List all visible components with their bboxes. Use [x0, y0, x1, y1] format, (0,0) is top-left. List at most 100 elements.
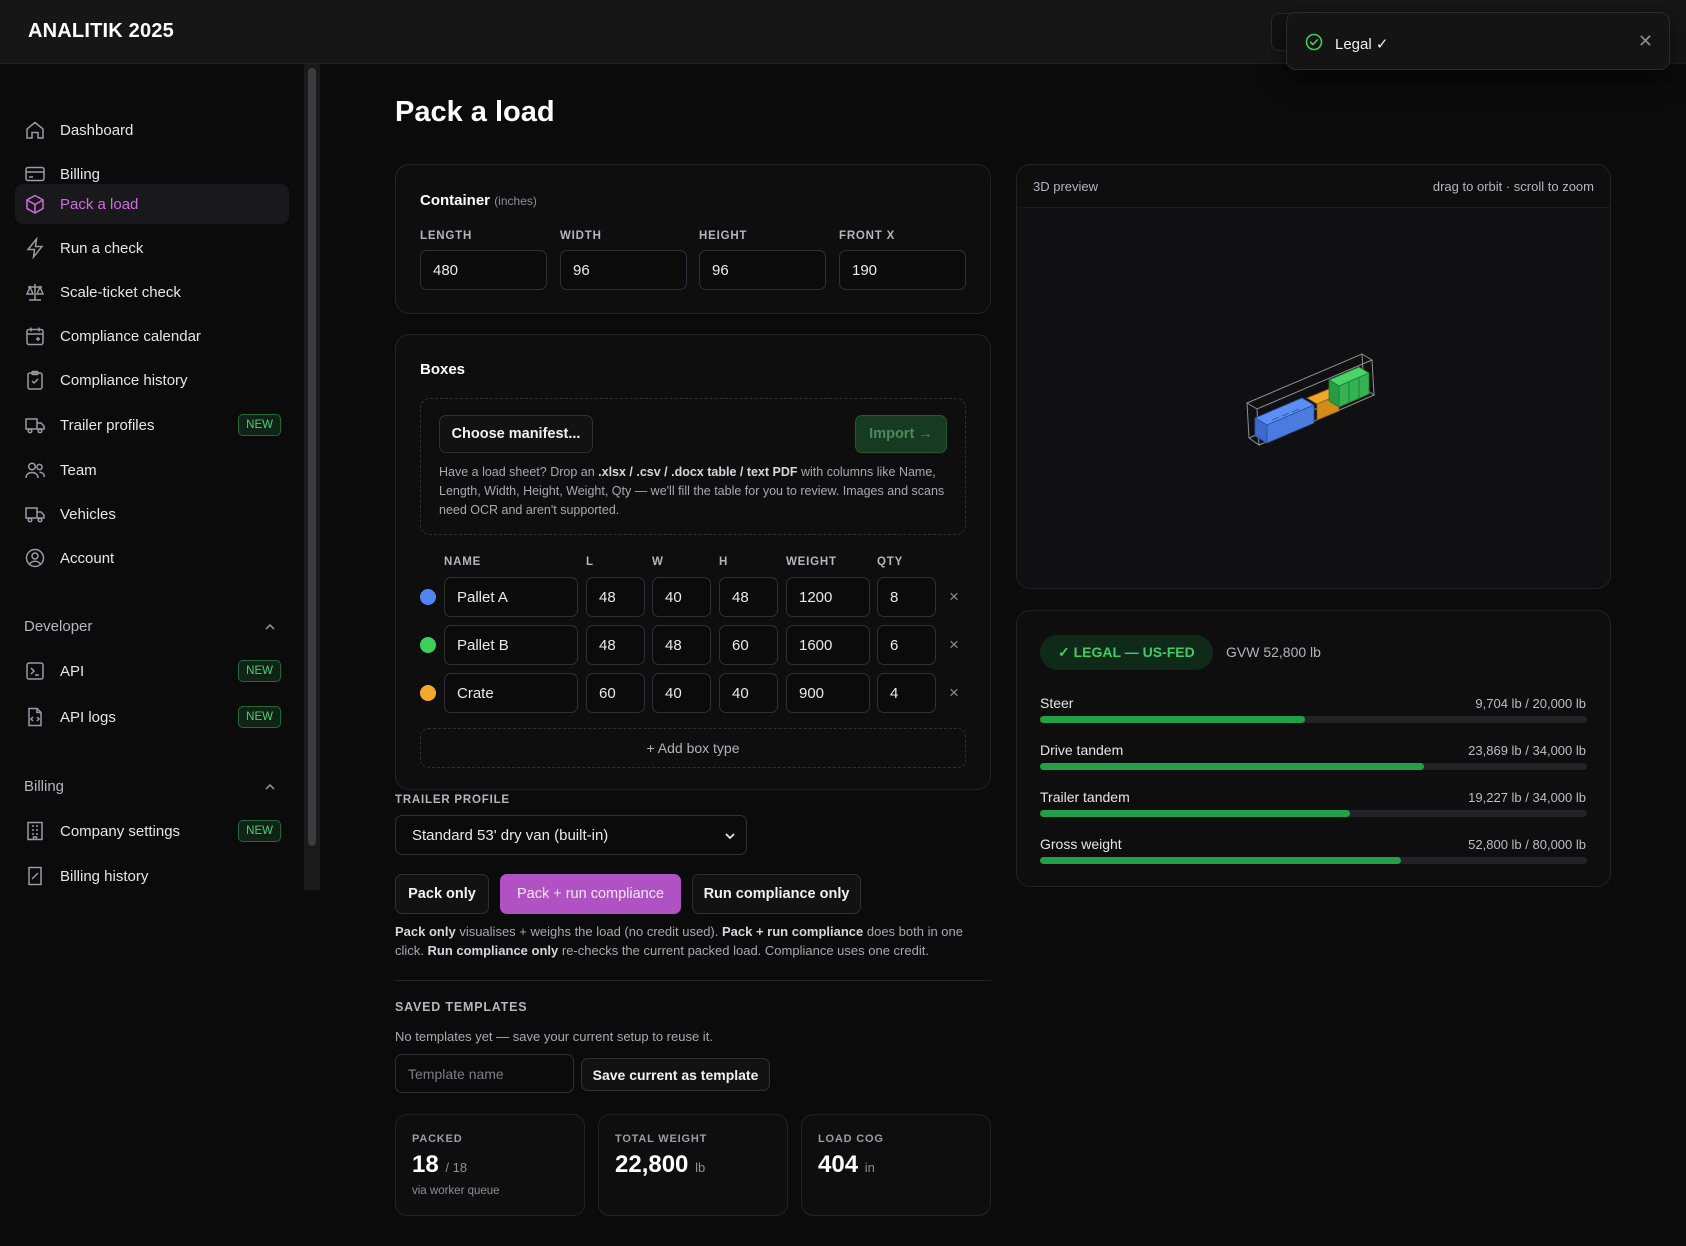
chevron-up-icon[interactable]	[262, 779, 278, 795]
run-compliance-only-button[interactable]: Run compliance only	[692, 874, 861, 914]
save-template-button[interactable]: Save current as template	[581, 1058, 770, 1091]
sidebar-item-label: Billing history	[60, 867, 149, 885]
axle-value-steer: 9,704 lb / 20,000 lb	[1475, 696, 1586, 711]
delete-row-icon[interactable]: ×	[949, 683, 959, 703]
home-icon	[26, 121, 44, 139]
stat-unit: in	[864, 1160, 875, 1175]
stat-number: 22,800	[615, 1151, 689, 1178]
box-length-field[interactable]: 48	[586, 625, 645, 665]
stat-unit: lb	[695, 1160, 706, 1175]
color-swatch[interactable]	[420, 637, 436, 653]
col-header-h: H	[719, 556, 729, 568]
trailer-profile-label: TRAILER PROFILE	[395, 794, 510, 806]
sidebar-item-label: API	[60, 662, 85, 680]
color-swatch[interactable]	[420, 589, 436, 605]
box-qty-field[interactable]: 4	[877, 673, 936, 713]
stat-total-weight: TOTAL WEIGHT 22,800 lb	[598, 1114, 788, 1216]
box-width-field[interactable]: 40	[652, 577, 711, 617]
box-length-field[interactable]: 48	[586, 577, 645, 617]
stat-packed: PACKED 18 / 18 via worker queue	[395, 1114, 585, 1216]
axle-value-drive-tandem: 23,869 lb / 34,000 lb	[1468, 743, 1586, 758]
box-name-field[interactable]: Crate	[444, 673, 578, 713]
receipt-icon	[28, 866, 42, 886]
pack-only-button[interactable]: Pack only	[395, 874, 489, 914]
sidebar-item-scale-ticket-check[interactable]: Scale-ticket check	[15, 272, 289, 312]
box-height-field[interactable]: 48	[719, 577, 778, 617]
sidebar-item-dashboard[interactable]: Dashboard	[15, 110, 289, 150]
sidebar-item-company-settings[interactable]: Company settings NEW	[15, 811, 289, 851]
sidebar-scrollbar-thumb[interactable]	[308, 68, 316, 846]
preview-card: 3D preview drag to orbit · scroll to zoo…	[1016, 164, 1611, 589]
sidebar-item-vehicles[interactable]: Vehicles	[15, 494, 289, 534]
scale-icon	[25, 284, 45, 301]
chevron-up-icon[interactable]	[262, 619, 278, 635]
trailer-profile-value: Standard 53' dry van (built-in)	[412, 826, 609, 844]
sidebar-item-api-logs[interactable]: API logs NEW	[15, 697, 289, 737]
truck-icon	[25, 418, 45, 434]
templates-empty-text: No templates yet — save your current set…	[395, 1029, 713, 1044]
box-height-field[interactable]: 60	[719, 625, 778, 665]
color-swatch[interactable]	[420, 685, 436, 701]
new-badge: NEW	[238, 820, 281, 842]
sidebar-item-compliance-calendar[interactable]: Compliance calendar	[15, 316, 289, 356]
sidebar-item-label: Vehicles	[60, 505, 116, 523]
front-x-field[interactable]: 190	[839, 250, 966, 290]
close-icon[interactable]: ✕	[1638, 31, 1653, 52]
sidebar-section-developer[interactable]: Developer	[24, 618, 92, 635]
sidebar-item-billing-history[interactable]: Billing history	[15, 856, 289, 896]
stat-label: LOAD COG	[818, 1133, 884, 1145]
axle-label-gross-weight: Gross weight	[1040, 836, 1122, 852]
lightning-icon	[26, 237, 44, 259]
legal-status-badge: ✓ LEGAL — US-FED	[1040, 635, 1213, 670]
sidebar-item-account[interactable]: Account	[15, 538, 289, 578]
choose-manifest-button[interactable]: Choose manifest...	[439, 415, 593, 453]
check-circle-icon	[1305, 33, 1323, 51]
trailer-profile-select[interactable]: Standard 53' dry van (built-in)	[395, 815, 747, 855]
pack-run-compliance-button[interactable]: Pack + run compliance	[500, 874, 681, 914]
actions-help: Pack only visualises + weighs the load (…	[395, 922, 991, 960]
sidebar-item-pack-a-load[interactable]: Pack a load	[15, 184, 289, 224]
toast-notification: Legal ✓ ✕	[1286, 12, 1670, 70]
delete-row-icon[interactable]: ×	[949, 635, 959, 655]
load-3d-canvas[interactable]	[1017, 208, 1611, 589]
import-button[interactable]: Import →	[855, 415, 947, 453]
page-title: Pack a load	[395, 96, 555, 128]
add-box-type-button[interactable]: + Add box type	[420, 728, 966, 768]
sidebar-item-label: Compliance calendar	[60, 327, 201, 345]
terminal-icon	[26, 662, 44, 680]
sidebar-item-api[interactable]: API NEW	[15, 651, 289, 691]
height-field[interactable]: 96	[699, 250, 826, 290]
box-name-field[interactable]: Pallet B	[444, 625, 578, 665]
sidebar-item-label: Scale-ticket check	[60, 283, 181, 301]
delete-row-icon[interactable]: ×	[949, 587, 959, 607]
sidebar-item-label: Pack a load	[60, 195, 139, 213]
box-width-field[interactable]: 40	[652, 673, 711, 713]
col-header-name: NAME	[444, 556, 482, 568]
box-width-field[interactable]: 48	[652, 625, 711, 665]
sidebar-item-trailer-profiles[interactable]: Trailer profiles NEW	[15, 405, 289, 445]
box-weight-field[interactable]: 1600	[786, 625, 870, 665]
template-name-input[interactable]: Template name	[395, 1054, 574, 1093]
calendar-icon	[26, 327, 44, 346]
stat-number: 18	[412, 1151, 439, 1178]
width-field[interactable]: 96	[560, 250, 687, 290]
sidebar-item-compliance-history[interactable]: Compliance history	[15, 360, 289, 400]
box-length-field[interactable]: 60	[586, 673, 645, 713]
box-name-field[interactable]: Pallet A	[444, 577, 578, 617]
box-qty-field[interactable]: 8	[877, 577, 936, 617]
sidebar-item-team[interactable]: Team	[15, 450, 289, 490]
sidebar-item-run-a-check[interactable]: Run a check	[15, 228, 289, 268]
box-height-field[interactable]: 40	[719, 673, 778, 713]
box-weight-field[interactable]: 1200	[786, 577, 870, 617]
box-weight-field[interactable]: 900	[786, 673, 870, 713]
length-field[interactable]: 480	[420, 250, 547, 290]
width-label: WIDTH	[560, 230, 602, 242]
col-header-qty: QTY	[877, 556, 904, 568]
box-qty-field[interactable]: 6	[877, 625, 936, 665]
container-title-text: Container	[420, 192, 491, 209]
boxes-card: Boxes Choose manifest... Import → Have a…	[395, 334, 991, 790]
manifest-dropzone[interactable]: Choose manifest... Import → Have a load …	[420, 398, 966, 535]
sidebar-item-label: Dashboard	[60, 121, 134, 139]
sidebar-section-billing[interactable]: Billing	[24, 778, 64, 795]
stat-label: TOTAL WEIGHT	[615, 1133, 708, 1145]
